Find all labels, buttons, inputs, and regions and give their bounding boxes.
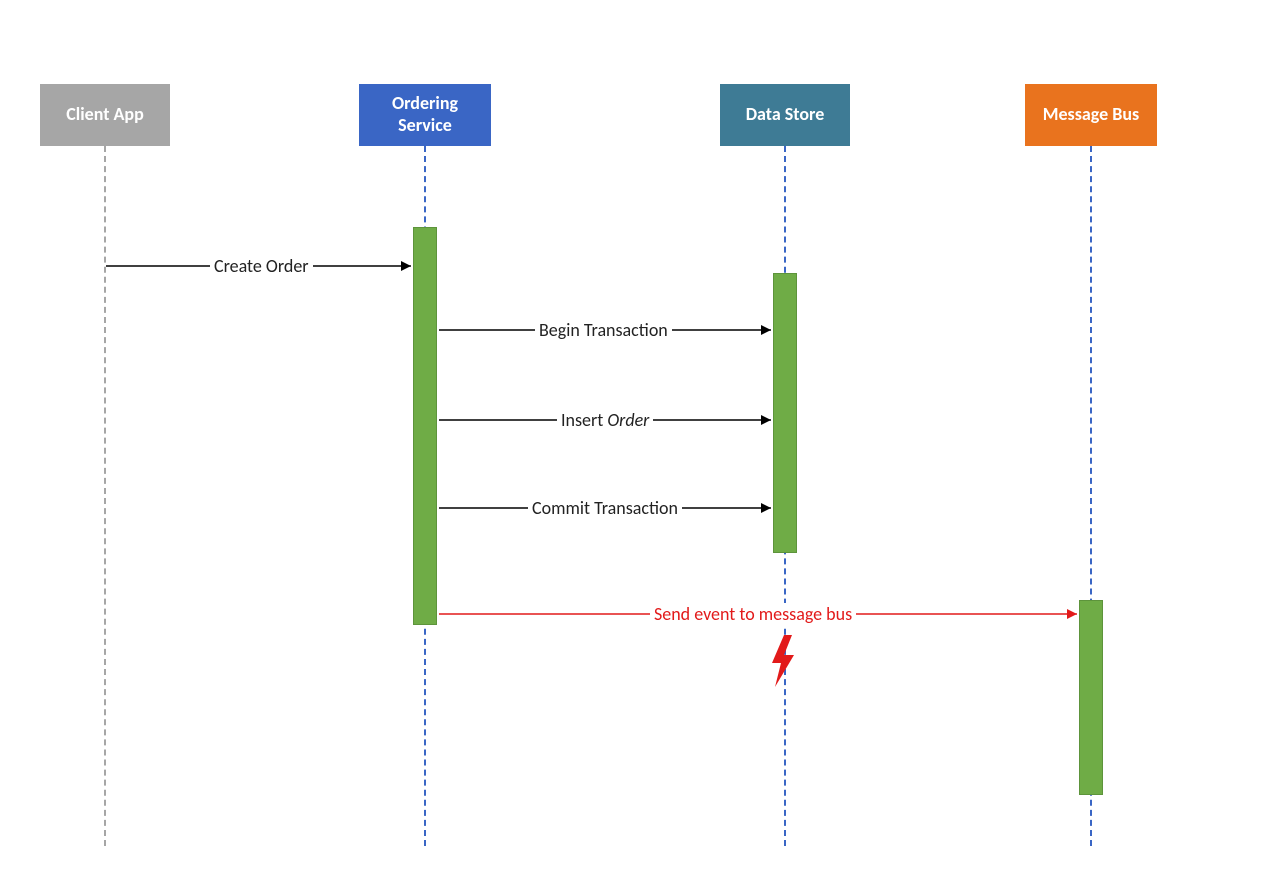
participant-ordering-label: Ordering Service: [367, 93, 483, 136]
lifeline-client: [104, 146, 106, 846]
participant-data-store: Data Store: [720, 84, 850, 146]
participant-datastore-label: Data Store: [746, 104, 825, 126]
participant-messagebus-label: Message Bus: [1043, 104, 1139, 126]
participant-ordering-service: Ordering Service: [359, 84, 491, 146]
msg-commit-transaction: Commit Transaction: [528, 497, 682, 519]
activation-ordering: [413, 227, 437, 625]
participant-client-label: Client App: [66, 104, 143, 126]
lightning-icon: [772, 635, 794, 687]
activation-messagebus: [1079, 600, 1103, 795]
msg-insert-order: Insert Order: [557, 409, 653, 431]
participant-client-app: Client App: [40, 84, 170, 146]
msg-begin-transaction: Begin Transaction: [535, 319, 672, 341]
activation-datastore: [773, 273, 797, 553]
msg-send-event: Send event to message bus: [650, 603, 856, 625]
msg-create-order: Create Order: [210, 255, 313, 277]
participant-message-bus: Message Bus: [1025, 84, 1157, 146]
